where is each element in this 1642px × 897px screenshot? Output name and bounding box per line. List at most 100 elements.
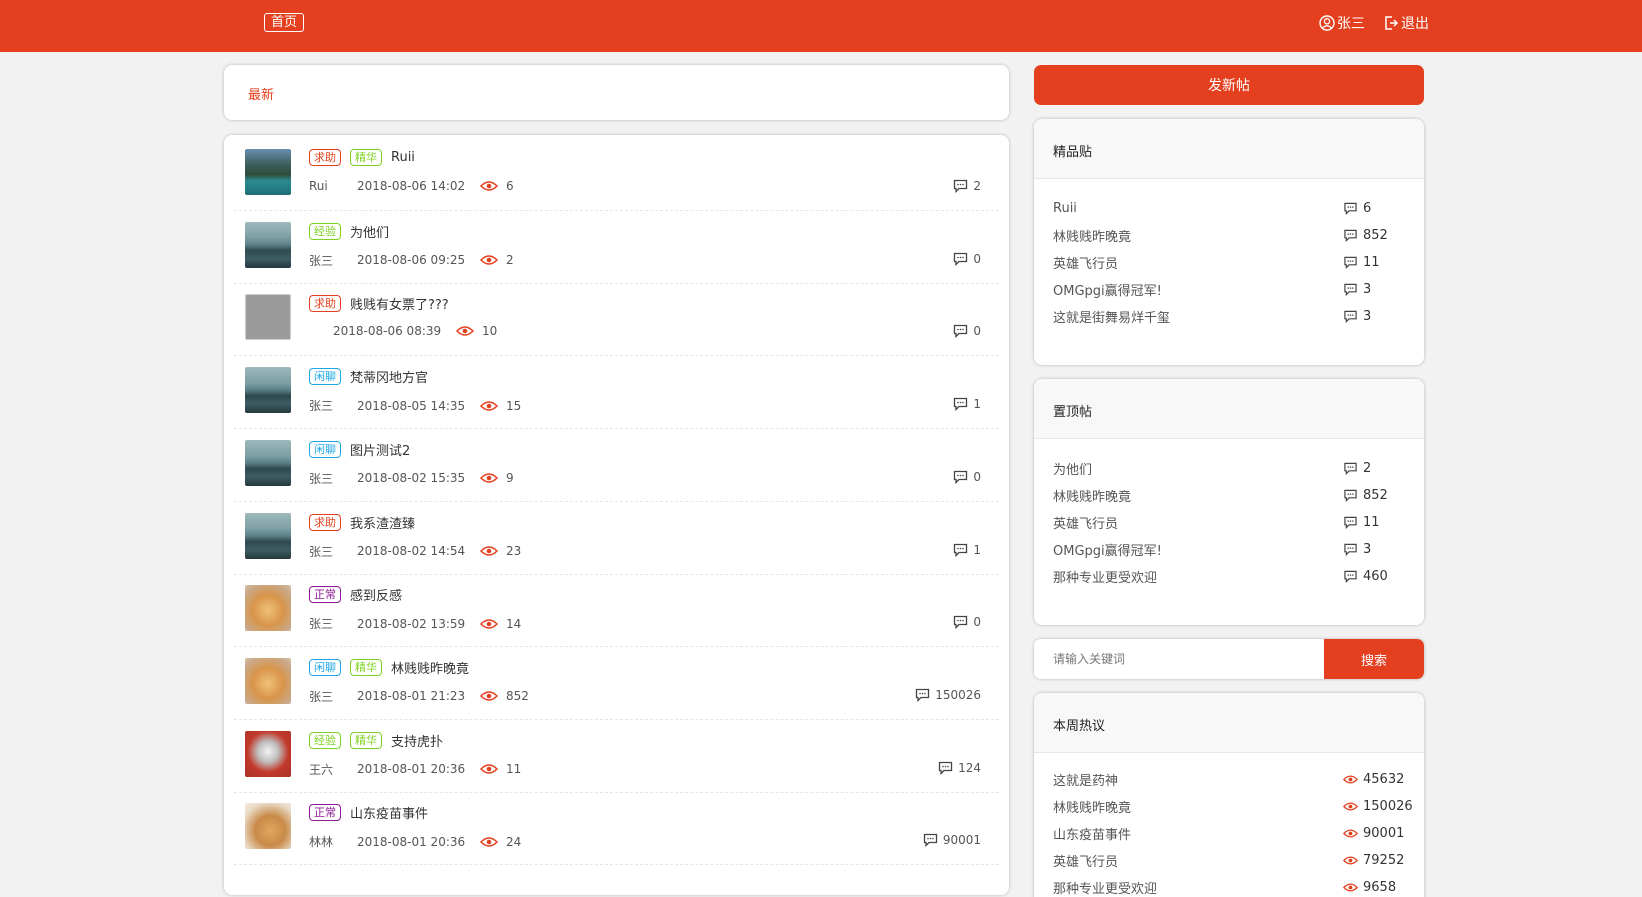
post-meta: 林林 2018-08-01 20:36 24	[309, 833, 521, 850]
eye-icon	[1343, 802, 1358, 810]
post-title[interactable]: 山东疫苗事件	[350, 803, 428, 822]
post-row[interactable]: 经验 精华 支持虎扑 王六 2018-08-01 20:36 11 124	[234, 717, 999, 793]
logout-link[interactable]: 退出	[1383, 13, 1429, 33]
user-profile-link[interactable]: 张三	[1319, 13, 1365, 33]
post-row[interactable]: 闲聊 图片测试2 张三 2018-08-02 15:35 9 0	[234, 426, 999, 502]
avatar[interactable]	[245, 512, 291, 559]
post-title[interactable]: 梵蒂冈地方官	[350, 367, 428, 386]
featured-item: Ruii 6	[1053, 198, 1403, 218]
eye-icon	[480, 618, 498, 629]
search-input[interactable]	[1034, 639, 1324, 679]
post-row[interactable]: 闲聊 梵蒂冈地方官 张三 2018-08-05 14:35 15 1	[234, 353, 999, 430]
avatar[interactable]	[245, 585, 291, 632]
post-title-row: 闲聊 精华 林贱贱昨晚竟	[309, 658, 469, 677]
post-row[interactable]: 闲聊 精华 林贱贱昨晚竟张三 2018-08-01 21:23 852 150026	[234, 644, 999, 720]
comment-icon	[1344, 462, 1357, 475]
comment-icon	[1344, 202, 1357, 215]
post-title-row: 经验 为他们	[309, 222, 389, 241]
search-button[interactable]: 搜索	[1324, 639, 1424, 679]
post-author[interactable]: 张三	[309, 252, 357, 269]
view-count-value: 10	[482, 324, 498, 339]
view-count: 24	[480, 835, 521, 849]
post-title[interactable]: 贱贱有女票了???	[350, 294, 449, 313]
post-author[interactable]: 王六	[309, 761, 357, 778]
pinned-item-count-value: 2	[1363, 460, 1372, 476]
tag-chat: 闲聊	[309, 440, 341, 458]
home-button[interactable]: 首页	[264, 13, 305, 32]
tab-latest[interactable]: 最新	[248, 84, 274, 103]
post-title[interactable]: 为他们	[350, 222, 389, 241]
comment-icon	[1344, 489, 1357, 502]
comment-count-value: 1	[973, 397, 981, 412]
header-user-area: 张三 退出	[1301, 13, 1429, 33]
eye-icon	[480, 400, 498, 411]
avatar[interactable]	[245, 439, 291, 486]
post-title[interactable]: 图片测试2	[350, 440, 410, 459]
avatar[interactable]	[245, 294, 291, 341]
pinned-item: 那种专业更受欢迎 460	[1053, 566, 1403, 586]
post-author[interactable]: 张三	[309, 688, 357, 705]
post-meta: 2018-08-06 08:39 10	[309, 324, 497, 338]
comment-icon	[923, 834, 937, 848]
post-title[interactable]: 林贱贱昨晚竟	[391, 658, 469, 677]
comment-count: 1	[953, 543, 981, 557]
hot-item-count-value: 90001	[1363, 825, 1405, 841]
avatar[interactable]	[245, 149, 291, 195]
avatar[interactable]	[245, 730, 291, 777]
comment-count-value: 0	[973, 469, 981, 484]
pinned-posts-panel: 置顶帖 为他们 2 林贱贱昨晚竟 852 英雄飞行员 11 OMGpgi赢得冠军! 3 那种专业…	[1034, 379, 1424, 625]
avatar[interactable]	[245, 367, 291, 414]
avatar[interactable]	[245, 803, 291, 850]
post-author[interactable]: 张三	[309, 543, 357, 560]
post-row[interactable]: 正常 山东疫苗事件林林 2018-08-01 20:36 24 90001	[234, 789, 999, 866]
post-meta: 张三 2018-08-05 14:35 15	[309, 397, 521, 414]
view-count: 23	[480, 544, 521, 558]
comment-icon	[954, 325, 968, 339]
new-post-button[interactable]: 发新帖	[1034, 65, 1424, 105]
comment-icon	[954, 543, 968, 557]
comment-count: 90001	[923, 833, 981, 848]
pinned-item: 林贱贱昨晚竟 852	[1053, 485, 1403, 505]
eye-icon	[480, 255, 498, 265]
pinned-item: OMGpgi赢得冠军! 3	[1053, 539, 1403, 559]
post-title-row: 正常 山东疫苗事件	[309, 803, 428, 822]
featured-item-count: 852	[1343, 228, 1388, 243]
post-title[interactable]: 感到反感	[350, 585, 402, 604]
hot-item-count: 9658	[1343, 880, 1396, 895]
eye-icon	[456, 326, 474, 337]
post-author[interactable]: 张三	[309, 615, 357, 632]
post-author[interactable]: 林林	[309, 833, 357, 850]
post-row[interactable]: 经验 为他们 张三 2018-08-06 09:25 2 0	[234, 208, 999, 284]
post-row[interactable]: 正常 感到反感 张三 2018-08-02 13:59 14 0	[234, 571, 999, 648]
post-row[interactable]: 求助 贱贱有女票了??? 2018-08-06 08:39 10 0	[234, 280, 999, 357]
post-row[interactable]: 求助 精华 Ruii Rui 2018-08-06 14:02 6 2	[234, 135, 999, 211]
post-title[interactable]: Ruii	[391, 150, 415, 165]
avatar[interactable]	[245, 657, 291, 704]
post-meta: 张三 2018-08-02 15:35 9	[309, 470, 514, 487]
comment-count-value: 2	[973, 179, 981, 193]
post-author[interactable]: 张三	[309, 397, 357, 414]
post-title[interactable]: 我系渣渣臻	[350, 513, 415, 532]
post-date: 2018-08-06 09:25	[357, 253, 466, 268]
comment-count: 0	[953, 470, 981, 484]
tag-normal: 正常	[309, 804, 341, 822]
pinned-item-count: 460	[1343, 569, 1388, 584]
eye-icon	[480, 546, 498, 556]
logout-label: 退出	[1401, 16, 1429, 32]
post-author[interactable]: Rui	[309, 179, 357, 193]
comment-count: 0	[953, 252, 981, 266]
tag-chat: 闲聊	[309, 658, 341, 676]
post-row[interactable]: 求助 我系渣渣臻 张三 2018-08-02 14:54 23 1	[234, 499, 999, 575]
comment-icon	[954, 616, 968, 630]
avatar[interactable]	[245, 221, 291, 268]
comment-count-value: 150026	[935, 687, 981, 702]
comment-icon	[954, 470, 968, 484]
post-title[interactable]: 支持虎扑	[391, 731, 443, 750]
comment-icon	[1344, 283, 1357, 296]
hot-item-count: 79252	[1343, 853, 1404, 868]
hot-item-count: 45632	[1343, 772, 1404, 787]
post-author[interactable]: 张三	[309, 470, 357, 487]
comment-count: 1	[953, 397, 981, 412]
featured-item: 这就是街舞易烊千玺 3	[1053, 306, 1403, 326]
post-meta: 张三 2018-08-01 21:23 852	[309, 688, 529, 705]
